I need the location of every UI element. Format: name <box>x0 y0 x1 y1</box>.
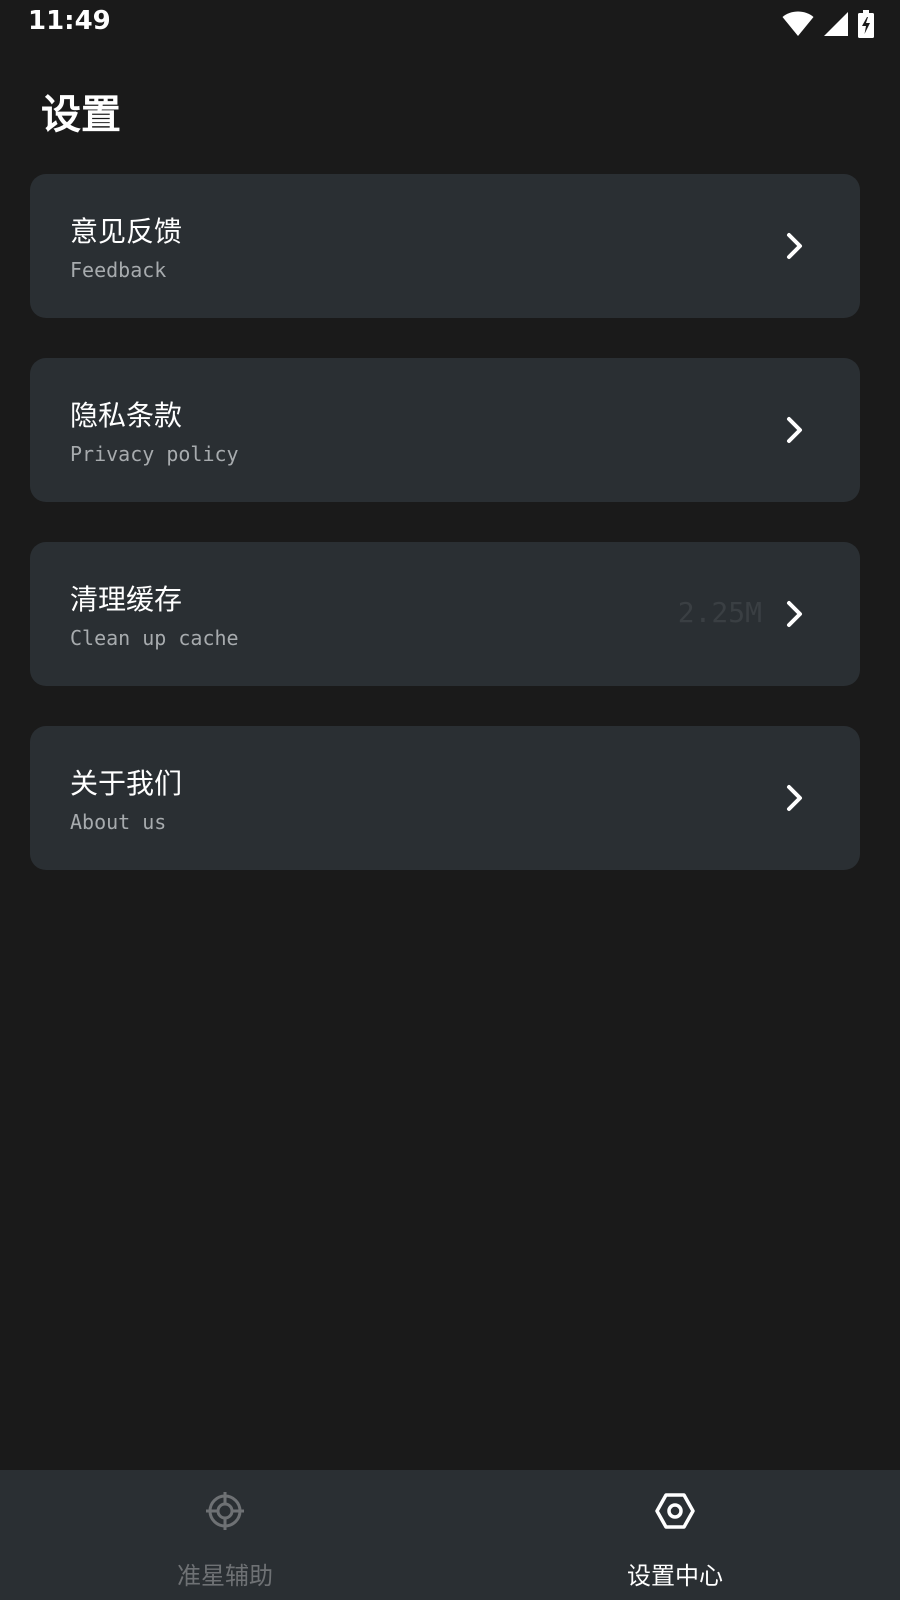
settings-item-clean-cache[interactable]: 清理缓存 Clean up cache 2.25M <box>30 542 860 686</box>
nav-item-settings-center[interactable]: 设置中心 <box>450 1470 900 1600</box>
hex-nut-icon <box>655 1493 695 1529</box>
settings-item-subtitle: Clean up cache <box>70 626 239 650</box>
settings-item-subtitle: About us <box>70 810 167 834</box>
signal-icon <box>824 12 848 36</box>
nav-label: 设置中心 <box>627 1562 723 1590</box>
wifi-icon <box>782 11 814 36</box>
chevron-right-icon <box>787 417 802 443</box>
status-icons <box>782 10 874 38</box>
bottom-nav: 准星辅助 设置中心 <box>0 1470 900 1600</box>
chevron-right-icon <box>787 601 802 627</box>
status-bar: 11:49 <box>0 0 900 50</box>
chevron-right-icon <box>787 785 802 811</box>
cache-size-value: 2.25M <box>677 596 762 629</box>
nav-label: 准星辅助 <box>177 1562 273 1590</box>
settings-item-about-us[interactable]: 关于我们 About us <box>30 726 860 870</box>
settings-item-title: 隐私条款 <box>70 399 183 432</box>
settings-item-title: 关于我们 <box>70 767 183 800</box>
battery-charging-icon <box>858 10 874 38</box>
settings-item-privacy-policy[interactable]: 隐私条款 Privacy policy <box>30 358 860 502</box>
status-time: 11:49 <box>28 6 111 36</box>
settings-item-title: 意见反馈 <box>70 215 183 248</box>
page-title: 设置 <box>41 92 121 138</box>
nav-item-aim-assist[interactable]: 准星辅助 <box>0 1470 450 1600</box>
settings-item-subtitle: Feedback <box>70 258 167 282</box>
chevron-right-icon <box>787 233 802 259</box>
settings-item-subtitle: Privacy policy <box>70 442 239 466</box>
settings-item-feedback[interactable]: 意见反馈 Feedback <box>30 174 860 318</box>
settings-item-title: 清理缓存 <box>70 583 183 616</box>
crosshair-icon <box>206 1492 244 1530</box>
